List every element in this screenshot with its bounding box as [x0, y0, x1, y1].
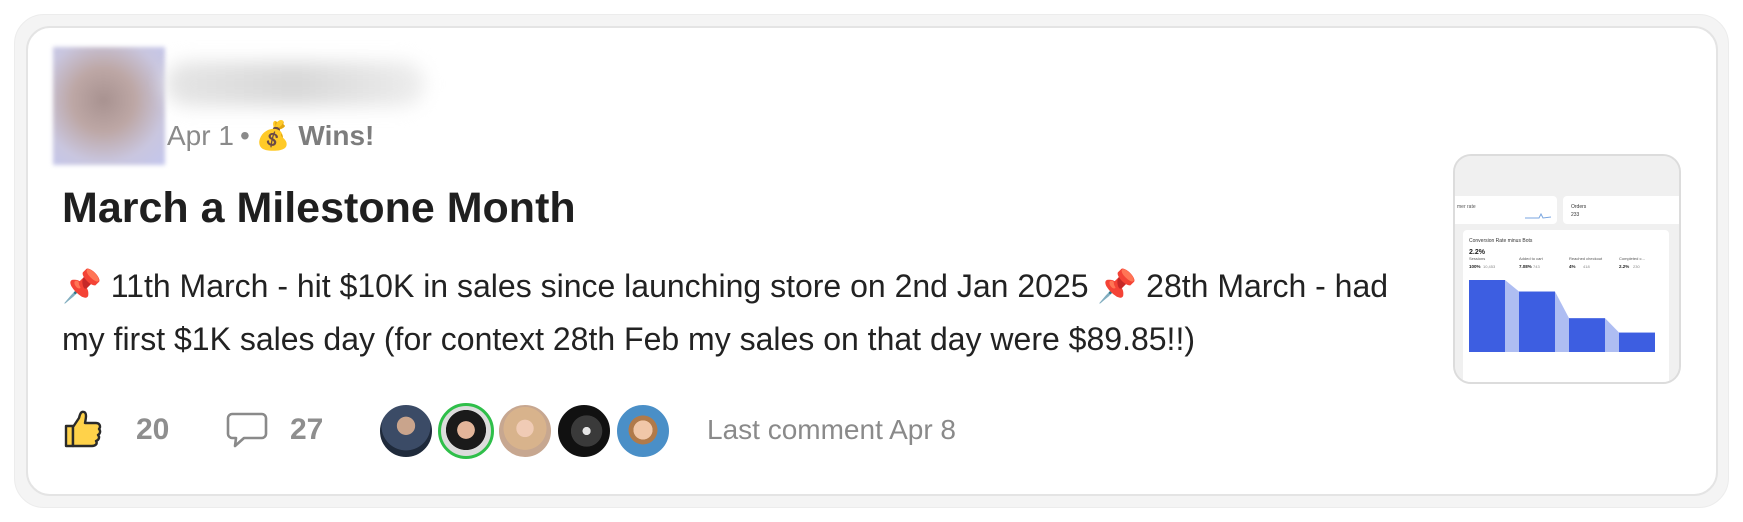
post-body-text-1: 11th March - hit $10K in sales since lau… [101, 268, 1098, 304]
post-date: Apr 1 [167, 120, 234, 151]
commenter-avatar[interactable] [556, 403, 612, 459]
thumbs-up-icon[interactable] [62, 408, 104, 455]
thumb-step-count: 10,453 [1483, 264, 1496, 269]
post-meta: Apr 1 • 💰 Wins! [167, 118, 374, 154]
commenter-avatar[interactable] [497, 403, 553, 459]
post-category[interactable]: Wins! [298, 120, 374, 151]
thumb-step-bar [1469, 280, 1505, 352]
thumb-step-count: 230 [1633, 264, 1640, 269]
author-name[interactable] [165, 62, 425, 106]
thumb-step-pct: 7.08% [1519, 264, 1532, 269]
thumb-step-bar [1519, 291, 1555, 352]
thumb-step-pct: 4% [1569, 264, 1576, 269]
commenter-avatar[interactable] [438, 403, 494, 459]
thumb-step-label: Sessions [1469, 256, 1485, 261]
thumb-card2-label: Orders [1571, 204, 1587, 210]
thumb-step-pct: 2.2% [1619, 264, 1629, 269]
thumb-step-label: Reached checkout [1569, 256, 1603, 261]
thumb-panel-title: Conversion Rate minus Bots [1469, 238, 1533, 244]
comment-icon[interactable] [226, 410, 268, 455]
thumb-panel-value: 2.2% [1469, 249, 1486, 256]
thumb-step-count: 743 [1533, 264, 1540, 269]
last-comment: Last comment Apr 8 [707, 414, 957, 445]
thumb-step-pct: 100% [1469, 264, 1481, 269]
post-title[interactable]: March a Milestone Month [62, 180, 576, 236]
like-count[interactable]: 20 [136, 412, 169, 448]
thumb-step-bar [1569, 318, 1605, 352]
post-thumbnail[interactable]: mer rate Orders 233 Conversion Rate minu… [1453, 154, 1681, 384]
money-bag-icon: 💰 [255, 120, 291, 151]
comment-count[interactable]: 27 [290, 412, 323, 448]
thumb-step-bar [1619, 332, 1655, 352]
commenter-avatar[interactable] [378, 403, 434, 459]
thumb-step-count: 418 [1583, 264, 1590, 269]
thumb-card2-value: 233 [1571, 212, 1580, 218]
thumbnail-image: mer rate Orders 233 Conversion Rate minu… [1455, 156, 1679, 382]
thumb-step-label: Added to cart [1519, 256, 1544, 261]
thumb-step-label: Completed c... [1619, 256, 1645, 261]
post-body[interactable]: 📌 11th March - hit $10K in sales since l… [62, 260, 1432, 366]
thumb-card1-label: mer rate [1457, 204, 1476, 210]
thumb-step-connector [1505, 280, 1519, 352]
author-avatar[interactable] [53, 47, 165, 165]
pushpin-icon: 📌 [62, 268, 102, 304]
meta-separator: • [239, 120, 250, 151]
pushpin-icon: 📌 [1097, 268, 1138, 304]
commenter-avatar[interactable] [615, 403, 671, 459]
